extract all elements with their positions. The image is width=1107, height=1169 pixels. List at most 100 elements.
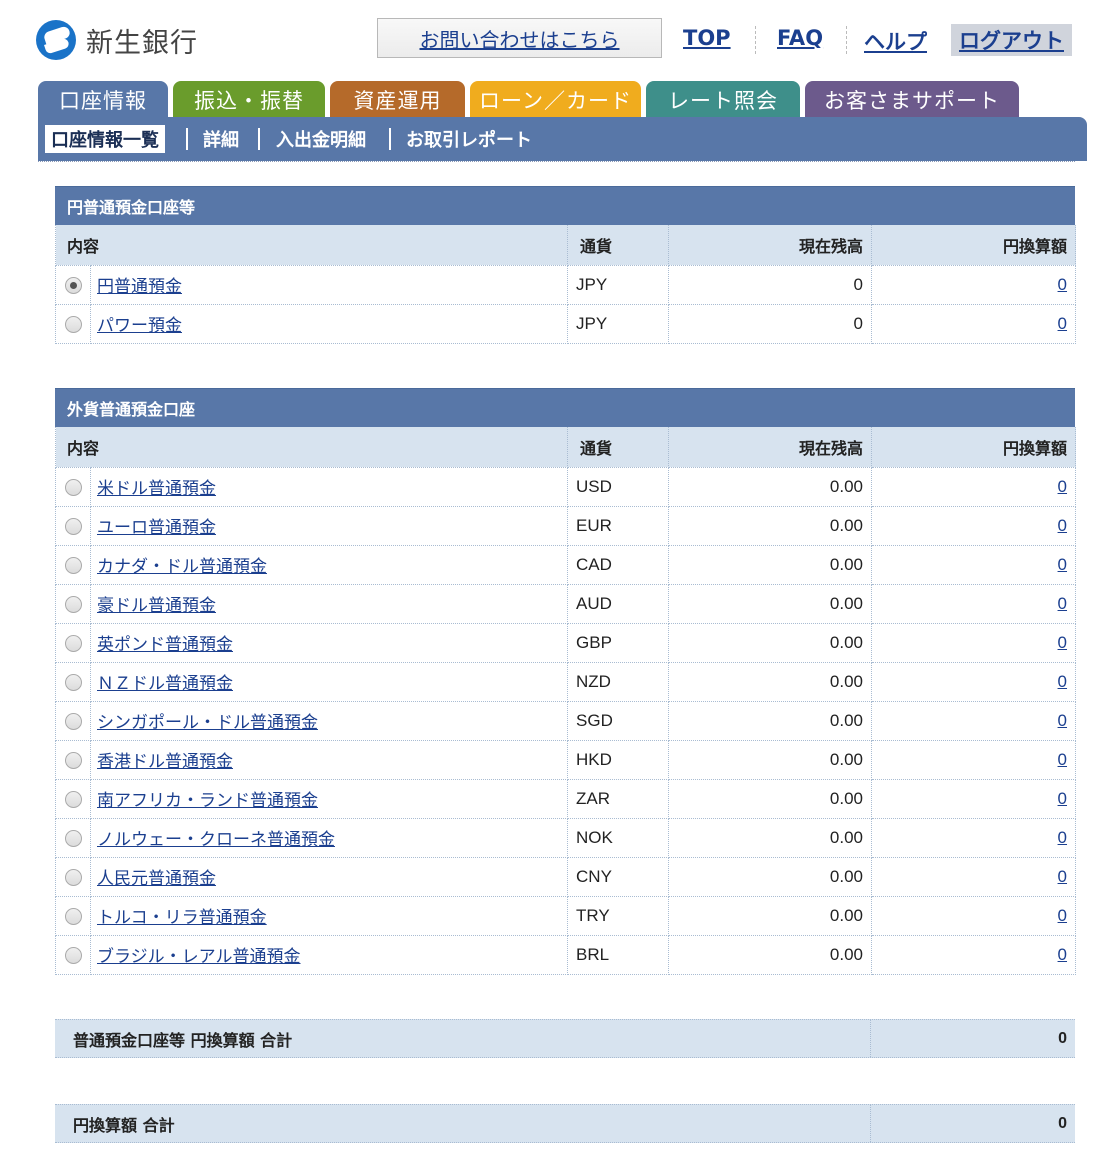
tab-customer-support[interactable]: お客さまサポート <box>805 81 1019 119</box>
tab-asset-management[interactable]: 資産運用 <box>330 81 465 119</box>
yen-amount-link[interactable]: 0 <box>1058 906 1067 925</box>
account-name-link[interactable]: カナダ・ドル普通預金 <box>97 557 267 577</box>
account-name-link[interactable]: 香港ドル普通預金 <box>97 752 233 772</box>
balance-cell: 0.00 <box>668 817 873 858</box>
account-radio-cell[interactable] <box>55 817 91 858</box>
account-radio-button[interactable] <box>64 947 82 964</box>
account-radio-button[interactable] <box>64 713 82 730</box>
balance-cell: 0.00 <box>668 505 873 546</box>
balance-cell: 0.00 <box>668 583 873 624</box>
account-radio-cell[interactable] <box>55 466 91 507</box>
account-radio-cell[interactable] <box>55 895 91 936</box>
subnav-trade-report[interactable]: お取引レポート <box>406 125 532 153</box>
yen-amount-link[interactable]: 0 <box>1058 555 1067 574</box>
account-radio-button[interactable] <box>64 752 82 769</box>
yen-amount-link[interactable]: 0 <box>1058 516 1067 535</box>
account-radio-button[interactable] <box>64 316 82 333</box>
top-link[interactable]: TOP <box>683 26 731 50</box>
yen-amount-link[interactable]: 0 <box>1058 275 1067 294</box>
tab-rate-inquiry[interactable]: レート照会 <box>646 81 800 119</box>
fx-accounts-section: 外貨普通預金口座 内容 通貨 現在残高 円換算額 米ドル普通預金 USD 0.00 0… <box>54 388 1077 975</box>
account-name-link[interactable]: 円普通預金 <box>97 277 182 297</box>
account-radio-cell[interactable] <box>55 700 91 741</box>
account-radio-cell[interactable] <box>55 778 91 819</box>
account-radio-cell[interactable] <box>55 661 91 702</box>
account-name-link[interactable]: 南アフリカ・ランド普通預金 <box>97 791 318 811</box>
account-radio-button[interactable] <box>64 518 82 535</box>
help-link[interactable]: ヘルプ <box>864 26 927 56</box>
yen-amount-link[interactable]: 0 <box>1058 594 1067 613</box>
account-row[interactable]: シンガポール・ドル普通預金 SGD 0.00 0 <box>55 700 1077 741</box>
tab-transfer[interactable]: 振込・振替 <box>173 81 325 119</box>
account-row[interactable]: ユーロ普通預金 EUR 0.00 0 <box>55 505 1077 546</box>
account-name-link[interactable]: 英ポンド普通預金 <box>97 635 233 655</box>
yen-amount-link[interactable]: 0 <box>1058 789 1067 808</box>
account-radio-button[interactable] <box>64 479 82 496</box>
yen-amount-link[interactable]: 0 <box>1058 867 1067 886</box>
account-radio-cell[interactable] <box>55 544 91 585</box>
account-name-link[interactable]: 米ドル普通預金 <box>97 479 216 499</box>
subnav-details[interactable]: 詳細 <box>203 125 239 153</box>
yen-amount-link[interactable]: 0 <box>1058 633 1067 652</box>
account-radio-button[interactable] <box>64 596 82 613</box>
account-radio-cell[interactable] <box>55 934 91 975</box>
account-name-cell: トルコ・リラ普通預金 <box>89 895 569 936</box>
account-name-link[interactable]: ユーロ普通預金 <box>97 518 216 538</box>
account-row[interactable]: パワー預金 JPY 0 0 <box>55 303 1077 344</box>
account-name-link[interactable]: ノルウェー・クローネ普通預金 <box>97 830 335 850</box>
account-name-link[interactable]: トルコ・リラ普通預金 <box>97 908 267 928</box>
contact-button[interactable]: お問い合わせはこちら <box>377 18 662 58</box>
account-row[interactable]: 人民元普通預金 CNY 0.00 0 <box>55 856 1077 897</box>
account-radio-cell[interactable] <box>55 303 91 344</box>
account-radio-cell[interactable] <box>55 856 91 897</box>
account-row[interactable]: 南アフリカ・ランド普通預金 ZAR 0.00 0 <box>55 778 1077 819</box>
account-row[interactable]: 円普通預金 JPY 0 0 <box>55 264 1077 305</box>
account-radio-cell[interactable] <box>55 264 91 305</box>
yen-amount-link[interactable]: 0 <box>1058 314 1067 333</box>
account-radio-button[interactable] <box>64 635 82 652</box>
yen-amount-link[interactable]: 0 <box>1058 828 1067 847</box>
faq-link[interactable]: FAQ <box>777 26 823 50</box>
account-name-link[interactable]: 豪ドル普通預金 <box>97 596 216 616</box>
account-radio-cell[interactable] <box>55 505 91 546</box>
tab-loan-card[interactable]: ローン／カード <box>470 81 641 119</box>
bank-logo[interactable]: 新生銀行 <box>36 18 198 62</box>
account-row[interactable]: 米ドル普通預金 USD 0.00 0 <box>55 466 1077 507</box>
yen-amount-link[interactable]: 0 <box>1058 477 1067 496</box>
account-row[interactable]: ブラジル・レアル普通預金 BRL 0.00 0 <box>55 934 1077 975</box>
account-radio-cell[interactable] <box>55 622 91 663</box>
yen-amount-link[interactable]: 0 <box>1058 945 1067 964</box>
account-radio-button[interactable] <box>64 908 82 925</box>
account-name-cell: 英ポンド普通預金 <box>89 622 569 663</box>
account-radio-cell[interactable] <box>55 583 91 624</box>
account-row[interactable]: 豪ドル普通預金 AUD 0.00 0 <box>55 583 1077 624</box>
currency-cell: CNY <box>567 856 670 897</box>
account-radio-button[interactable] <box>64 674 82 691</box>
account-row[interactable]: ＮＺドル普通預金 NZD 0.00 0 <box>55 661 1077 702</box>
account-name-link[interactable]: パワー預金 <box>97 316 182 336</box>
account-row[interactable]: カナダ・ドル普通預金 CAD 0.00 0 <box>55 544 1077 585</box>
yen-amount-link[interactable]: 0 <box>1058 672 1067 691</box>
yen-amount-link[interactable]: 0 <box>1058 711 1067 730</box>
account-row[interactable]: 香港ドル普通預金 HKD 0.00 0 <box>55 739 1077 780</box>
account-name-link[interactable]: 人民元普通預金 <box>97 869 216 889</box>
account-row[interactable]: 英ポンド普通預金 GBP 0.00 0 <box>55 622 1077 663</box>
yen-amount-cell: 0 <box>871 817 1077 858</box>
account-radio-button[interactable] <box>64 791 82 808</box>
account-radio-button[interactable] <box>64 830 82 847</box>
account-name-link[interactable]: ブラジル・レアル普通預金 <box>97 947 301 967</box>
account-name-link[interactable]: シンガポール・ドル普通預金 <box>97 713 318 733</box>
account-row[interactable]: ノルウェー・クローネ普通預金 NOK 0.00 0 <box>55 817 1077 858</box>
yen-amount-link[interactable]: 0 <box>1058 750 1067 769</box>
account-radio-button[interactable] <box>64 557 82 574</box>
account-radio-button[interactable] <box>64 869 82 886</box>
tab-account-info[interactable]: 口座情報 <box>38 81 168 119</box>
account-row[interactable]: トルコ・リラ普通預金 TRY 0.00 0 <box>55 895 1077 936</box>
subnav-account-list[interactable]: 口座情報一覧 <box>45 125 165 153</box>
subnav-transactions[interactable]: 入出金明細 <box>276 125 366 153</box>
subnav-divider <box>186 128 188 150</box>
logout-button[interactable]: ログアウト <box>951 24 1072 56</box>
account-radio-button[interactable] <box>64 277 82 294</box>
account-name-link[interactable]: ＮＺドル普通預金 <box>97 674 233 694</box>
account-radio-cell[interactable] <box>55 739 91 780</box>
